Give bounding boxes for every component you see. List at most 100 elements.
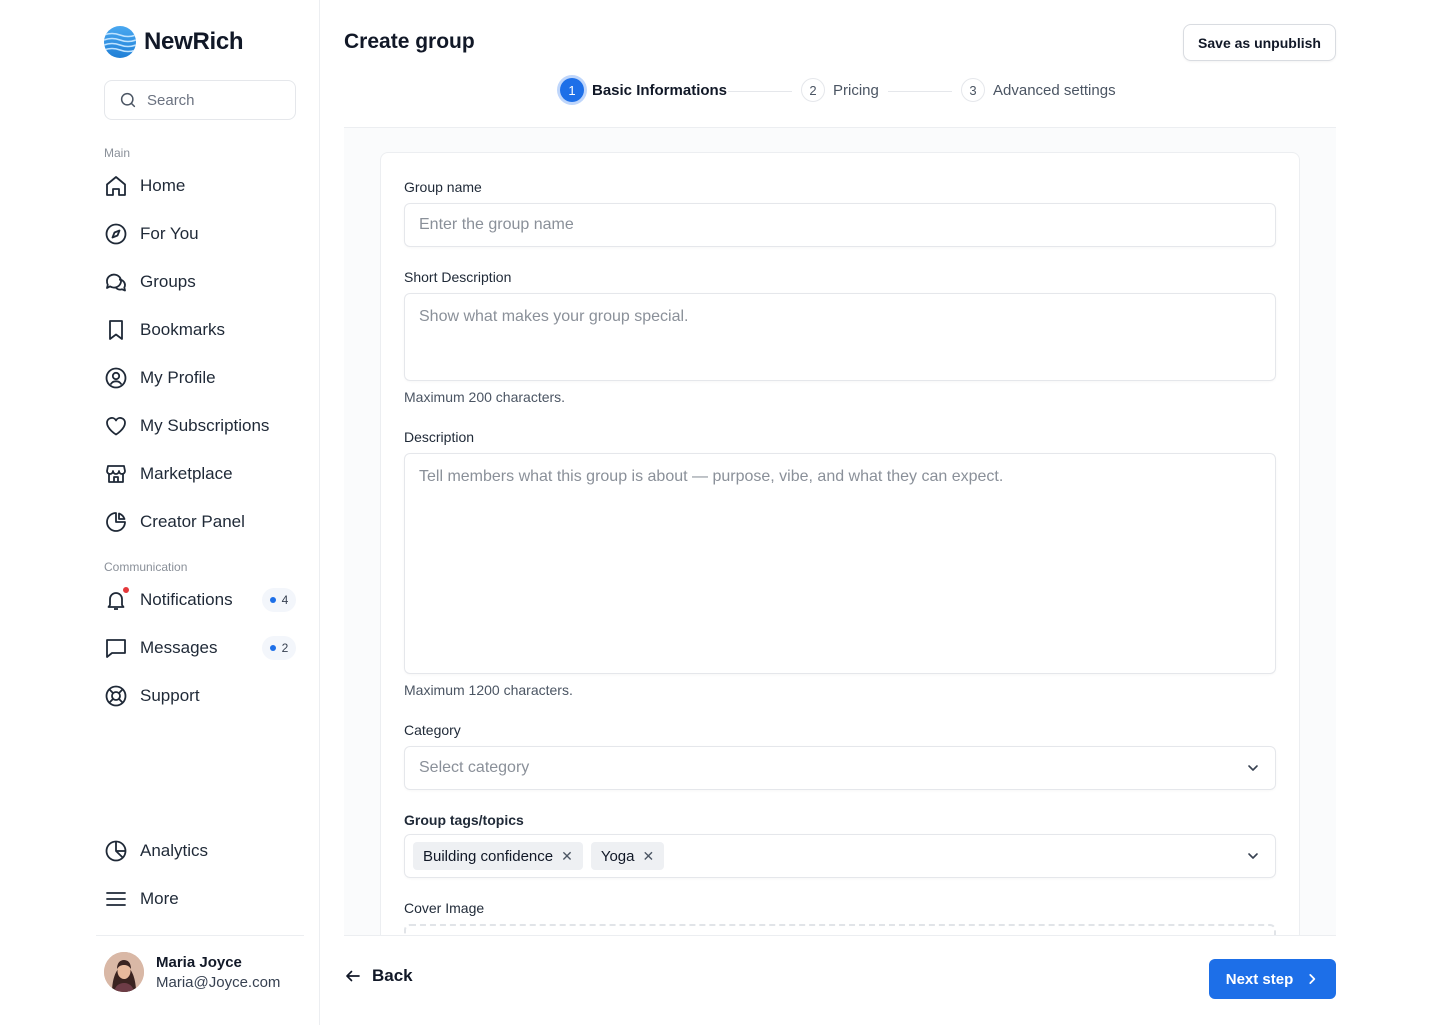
user-name: Maria Joyce <box>156 953 242 971</box>
back-button-label: Back <box>372 966 413 985</box>
group-tags-label: Group tags/topics <box>404 812 524 828</box>
app-name: NewRich <box>144 28 244 55</box>
sidebar-item-my-subscriptions[interactable]: My Subscriptions <box>104 410 296 442</box>
sidebar-item-label: Creator Panel <box>140 512 245 531</box>
chevron-down-icon[interactable] <box>1245 848 1261 864</box>
sidebar-item-label: My Profile <box>140 368 216 387</box>
short-description-input[interactable] <box>404 293 1276 381</box>
next-step-button[interactable]: Next step <box>1209 959 1336 999</box>
step-number: 2 <box>801 78 825 102</box>
badge-count: 4 <box>281 593 289 607</box>
sidebar-item-bookmarks[interactable]: Bookmarks <box>104 314 296 346</box>
page-title: Create group <box>344 30 475 53</box>
sidebar-item-marketplace[interactable]: Marketplace <box>104 458 296 490</box>
step-connector <box>888 91 952 92</box>
sidebar-item-for-you[interactable]: For You <box>104 218 296 250</box>
short-description-label: Short Description <box>404 269 512 285</box>
notification-dot <box>123 587 129 593</box>
message-icon <box>106 639 126 658</box>
messages-count-badge: 2 <box>262 636 296 660</box>
cover-image-label: Cover Image <box>404 900 485 916</box>
group-name-label: Group name <box>404 179 482 195</box>
section-label-main: Main <box>104 146 131 160</box>
sidebar-item-label: Marketplace <box>140 464 233 483</box>
arrow-left-icon <box>346 970 360 982</box>
group-tags-select[interactable]: Building confidence ✕ Yoga ✕ <box>404 834 1276 878</box>
bookmark-icon <box>109 320 123 340</box>
avatar-image <box>104 952 144 992</box>
sidebar-item-label: Groups <box>140 272 196 291</box>
chevron-down-icon <box>1248 765 1258 771</box>
footer-divider <box>344 935 1336 936</box>
sidebar-item-label: For You <box>140 224 199 243</box>
sidebar-item-home[interactable]: Home <box>104 170 296 202</box>
logo[interactable]: NewRich <box>104 26 244 58</box>
sidebar-item-messages[interactable]: Messages 2 <box>104 632 296 664</box>
avatar <box>104 952 144 992</box>
heart-icon <box>106 417 126 436</box>
sidebar-item-label: My Subscriptions <box>140 416 270 435</box>
next-step-label: Next step <box>1225 970 1294 988</box>
sidebar-item-label: Notifications <box>140 590 233 609</box>
sidebar-item-notifications[interactable]: Notifications 4 <box>104 584 296 616</box>
user-circle-icon <box>105 367 127 389</box>
group-name-input[interactable] <box>404 203 1276 247</box>
tag-chip: Yoga ✕ <box>590 842 665 870</box>
user-email: Maria@Joyce.com <box>156 973 281 991</box>
chevron-right-icon <box>1309 974 1316 984</box>
sidebar-item-creator-panel[interactable]: Creator Panel <box>104 506 296 538</box>
remove-tag-icon[interactable]: ✕ <box>642 848 654 865</box>
step-label: Advanced settings <box>993 81 1116 99</box>
user-info: Maria Joyce Maria@Joyce.com <box>156 954 280 991</box>
lifebuoy-icon <box>105 685 127 707</box>
category-label: Category <box>404 722 461 738</box>
tag-label: Yoga <box>600 847 635 865</box>
chat-bubbles-icon <box>106 273 126 292</box>
logo-icon <box>104 26 136 58</box>
form-scroll-area[interactable]: Group name Short Description Maximum 200… <box>344 128 1336 935</box>
back-button[interactable]: Back <box>344 966 413 986</box>
category-select[interactable]: Select category <box>404 746 1276 790</box>
step-number: 3 <box>961 78 985 102</box>
tag-chip: Building confidence ✕ <box>413 842 583 870</box>
sidebar-item-label: Home <box>140 176 186 195</box>
sidebar-item-my-profile[interactable]: My Profile <box>104 362 296 394</box>
step-basic-informations[interactable]: 1 Basic Informations <box>560 78 727 102</box>
step-pricing[interactable]: 2 Pricing <box>801 78 879 102</box>
remove-tag-icon[interactable]: ✕ <box>561 848 573 865</box>
section-label-communication: Communication <box>104 560 188 574</box>
step-connector <box>728 91 792 92</box>
analytics-icon <box>105 840 127 862</box>
home-icon <box>106 176 126 196</box>
form-card: Group name Short Description Maximum 200… <box>380 152 1300 935</box>
description-help: Maximum 1200 characters. <box>404 682 573 698</box>
step-label: Pricing <box>833 81 879 99</box>
sidebar-item-support[interactable]: Support <box>104 680 296 712</box>
sidebar-item-label: Analytics <box>140 841 209 860</box>
sidebar-item-label: Support <box>140 686 200 705</box>
sidebar-item-analytics[interactable]: Analytics <box>104 835 296 867</box>
short-description-help: Maximum 200 characters. <box>404 389 566 405</box>
tag-label: Building confidence <box>423 847 554 865</box>
sidebar-item-more[interactable]: More <box>104 883 296 915</box>
sidebar-item-label: Bookmarks <box>140 320 226 339</box>
description-input[interactable] <box>404 453 1276 674</box>
step-number: 1 <box>560 78 584 102</box>
cover-image-dropzone[interactable] <box>404 924 1276 935</box>
badge-dot <box>269 597 276 603</box>
notifications-count-badge: 4 <box>262 588 296 612</box>
sidebar: NewRich Main Home For You Groups Bookmar… <box>0 0 320 1025</box>
category-placeholder: Select category <box>419 759 530 776</box>
badge-count: 2 <box>281 641 289 655</box>
user-profile[interactable]: Maria Joyce Maria@Joyce.com <box>104 952 280 992</box>
sidebar-item-label: More <box>140 889 179 908</box>
sidebar-divider <box>96 935 304 936</box>
pie-chart-icon <box>106 512 126 532</box>
compass-icon <box>105 223 127 245</box>
step-advanced-settings[interactable]: 3 Advanced settings <box>961 78 1116 102</box>
menu-icon <box>106 892 126 906</box>
sidebar-item-groups[interactable]: Groups <box>104 266 296 298</box>
save-as-unpublish-button[interactable]: Save as unpublish <box>1183 24 1336 61</box>
description-label: Description <box>404 429 475 445</box>
storefront-icon <box>106 465 126 483</box>
